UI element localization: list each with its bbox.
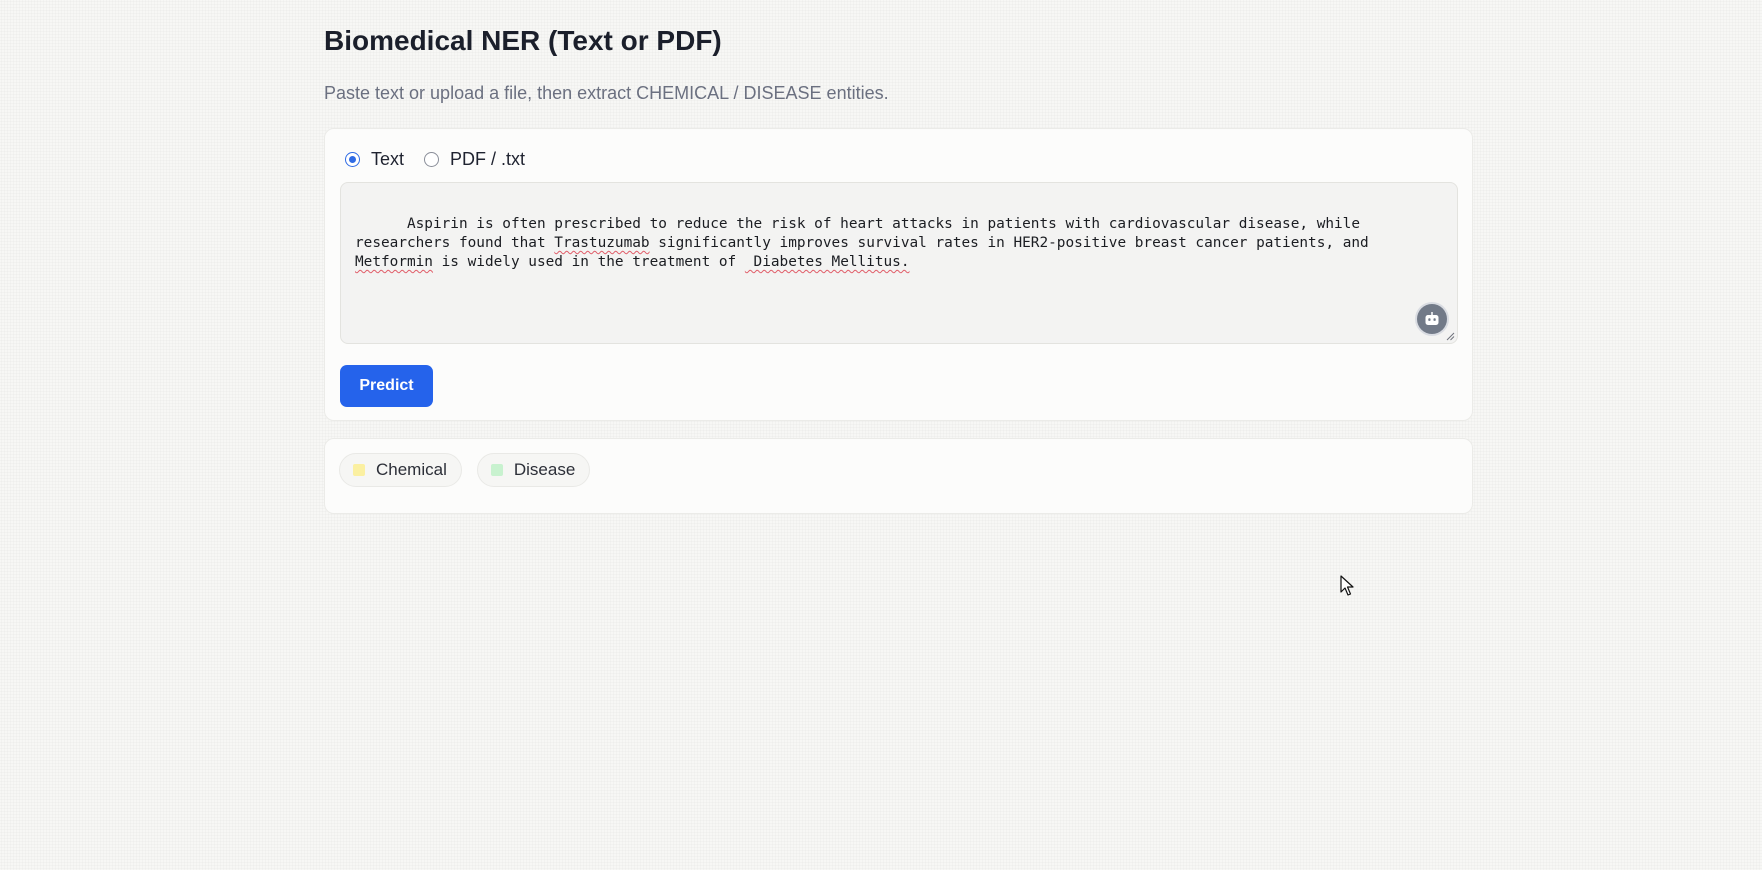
input-card: Text PDF / .txt Aspirin is often prescri…	[324, 128, 1473, 421]
radio-label-pdf-txt: PDF / .txt	[450, 149, 526, 169]
chemical-color-swatch	[353, 464, 365, 476]
robot-icon[interactable]	[1417, 304, 1447, 334]
spellcheck-flagged-word: Diabetes Mellitus.	[744, 254, 910, 270]
predict-button[interactable]: Predict	[340, 365, 433, 407]
radio-button-text[interactable]	[345, 152, 360, 167]
input-mode-radio-group: Text PDF / .txt	[345, 149, 525, 170]
radio-label-text: Text	[371, 149, 405, 169]
legend-label-chemical: Chemical	[376, 460, 447, 479]
disease-color-swatch	[490, 464, 503, 476]
radio-option-text[interactable]: Text	[345, 149, 404, 170]
page-subtitle: Paste text or upload a file, then extrac…	[324, 83, 889, 103]
legend-label-disease: Disease	[513, 460, 576, 479]
resize-handle-icon[interactable]	[1445, 331, 1455, 341]
entity-legend-card: Chemical Disease	[324, 438, 1473, 514]
page-title: Biomedical NER (Text or PDF)	[324, 25, 722, 56]
legend-item-chemical: Chemical	[339, 453, 462, 487]
spellcheck-flagged-word: Trastuzumab	[554, 235, 650, 251]
radio-option-pdf-txt[interactable]: PDF / .txt	[424, 149, 525, 170]
entity-legend: Chemical Disease	[339, 453, 591, 487]
legend-item-disease: Disease	[476, 453, 591, 487]
mouse-pointer-icon	[1340, 575, 1354, 596]
text-segment: is widely used in the treatment of	[432, 254, 745, 270]
text-input-area[interactable]: Aspirin is often prescribed to reduce th…	[340, 182, 1458, 344]
radio-button-pdf-txt[interactable]	[424, 152, 440, 167]
text-segment: significantly improves survival rates in…	[649, 235, 1378, 251]
spellcheck-flagged-word: Metformin	[355, 254, 433, 270]
